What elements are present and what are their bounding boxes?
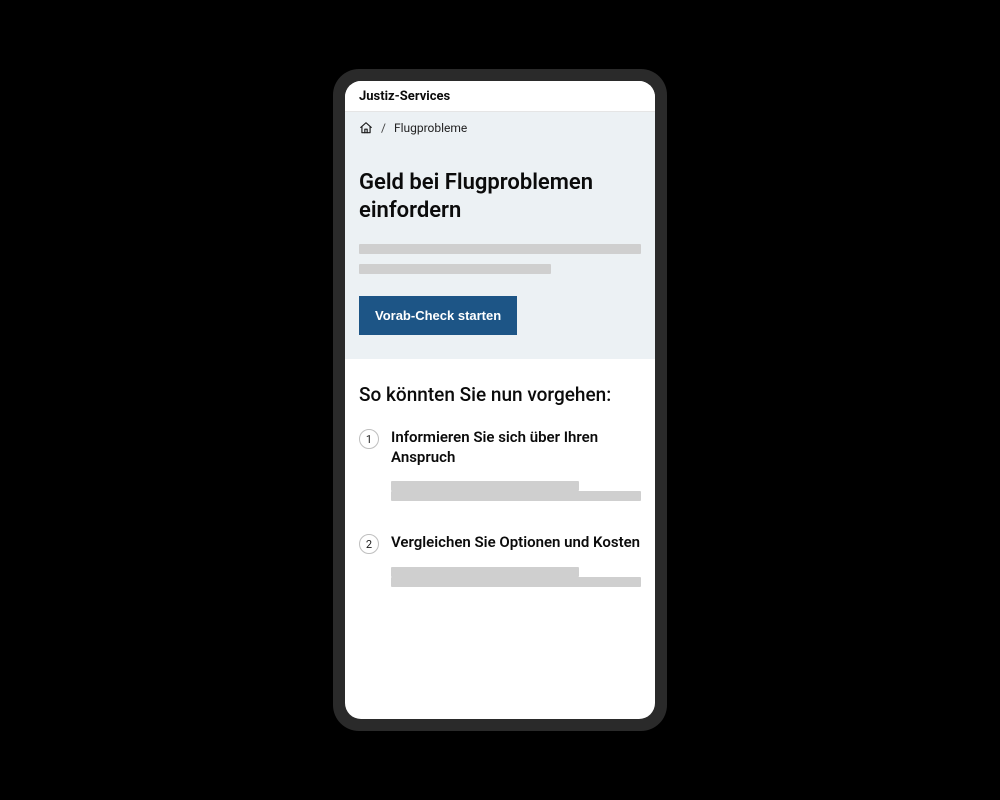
breadcrumb-current: Flugprobleme: [394, 121, 467, 135]
placeholder-text-line: [391, 481, 579, 491]
step-number-badge: 1: [359, 429, 379, 449]
step-body: Informieren Sie sich über Ihren Anspruch: [391, 428, 641, 511]
breadcrumb-separator: /: [381, 121, 386, 135]
app-header: Justiz-Services: [345, 81, 655, 112]
step-number-badge: 2: [359, 534, 379, 554]
step-title: Vergleichen Sie Optionen und Kosten: [391, 533, 641, 553]
step-item: 1 Informieren Sie sich über Ihren Anspru…: [359, 428, 641, 511]
app-title: Justiz-Services: [359, 89, 641, 104]
placeholder-text-line: [391, 567, 579, 577]
screen: Justiz-Services / Flugprobleme Geld bei …: [345, 81, 655, 719]
placeholder-text-line: [391, 491, 641, 501]
placeholder-text-line: [391, 577, 641, 587]
content-section: So könnten Sie nun vorgehen: 1 Informier…: [345, 359, 655, 719]
step-item: 2 Vergleichen Sie Optionen und Kosten: [359, 533, 641, 597]
home-icon[interactable]: [359, 121, 373, 135]
hero-section: Geld bei Flugproblemen einfordern Vorab-…: [345, 143, 655, 359]
page-title: Geld bei Flugproblemen einfordern: [359, 169, 641, 224]
start-precheck-button[interactable]: Vorab-Check starten: [359, 296, 517, 335]
placeholder-text-line: [359, 264, 551, 274]
section-title: So könnten Sie nun vorgehen:: [359, 383, 641, 406]
step-body: Vergleichen Sie Optionen und Kosten: [391, 533, 641, 597]
breadcrumb: / Flugprobleme: [345, 112, 655, 143]
phone-frame: Justiz-Services / Flugprobleme Geld bei …: [333, 69, 667, 731]
step-title: Informieren Sie sich über Ihren Anspruch: [391, 428, 641, 467]
placeholder-text-line: [359, 244, 641, 254]
